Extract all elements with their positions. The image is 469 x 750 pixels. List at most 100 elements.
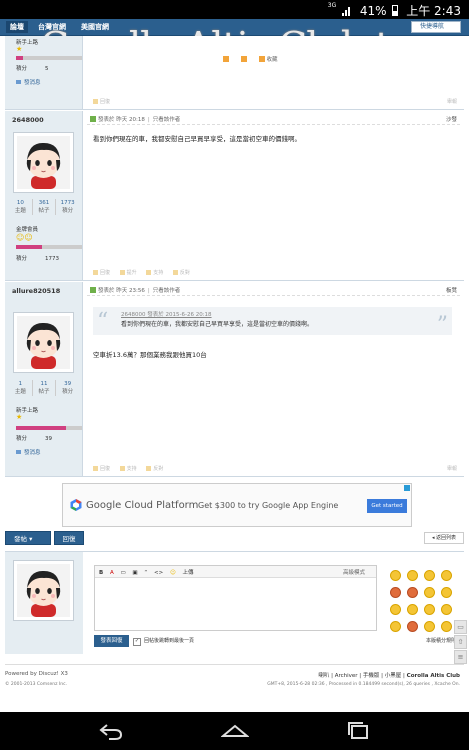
system-nav-bar	[0, 712, 469, 750]
reply-sidebar	[5, 552, 83, 654]
username[interactable]: 2648000	[12, 116, 44, 124]
stat-threads[interactable]: 1 主題	[9, 380, 32, 396]
support-action[interactable]: 支持	[146, 270, 163, 276]
smiley-icon[interactable]	[441, 587, 452, 598]
tag-button-1[interactable]	[223, 57, 231, 63]
post-tag-buttons: 收藏	[223, 55, 286, 63]
battery-percent: 41%	[359, 4, 387, 18]
site-name-link[interactable]: Corolla Altis Club	[407, 673, 460, 679]
smiley-icon[interactable]	[407, 604, 418, 615]
report-link[interactable]: 舉報	[447, 98, 457, 105]
post-main: 收藏 回復 舉報	[83, 36, 464, 109]
smiley-icon[interactable]	[407, 587, 418, 598]
smiley-icon[interactable]	[407, 570, 418, 581]
tag-button-2[interactable]	[241, 57, 249, 63]
send-message-link[interactable]: 發消息	[16, 448, 41, 456]
support-action[interactable]: 支持	[120, 466, 137, 472]
floor-label[interactable]: 板凳	[446, 286, 457, 294]
home-icon[interactable]	[220, 722, 250, 740]
oppose-action[interactable]: 反對	[173, 270, 190, 276]
tab-forum[interactable]: 論壇	[6, 21, 28, 33]
footer: Powered by Discuz! X3 © 2001-2013 Comsen…	[5, 664, 464, 690]
reply-button[interactable]: 回復	[54, 531, 84, 545]
only-author-link[interactable]: 只看該作者	[153, 288, 181, 294]
stat-points[interactable]: 39 積分	[55, 380, 79, 396]
smiley-icon[interactable]	[424, 587, 435, 598]
bump-action[interactable]: 提升	[120, 270, 137, 276]
new-post-button[interactable]: 發帖 ▾	[5, 531, 51, 545]
bold-button[interactable]: B	[99, 570, 103, 576]
floor-label[interactable]: 沙發	[446, 115, 457, 123]
smiley-icon[interactable]	[441, 621, 452, 632]
avatar[interactable]	[13, 312, 74, 373]
points-rules-link[interactable]: 本版積分規則	[426, 637, 456, 644]
post-time: 發表於 昨天 23:56	[98, 288, 145, 294]
smiley-icon[interactable]	[441, 604, 452, 615]
adchoices-icon[interactable]	[404, 485, 410, 491]
upload-button[interactable]: 上傳	[182, 570, 193, 576]
footer-link[interactable]: 喇叭	[318, 673, 329, 679]
footer-link[interactable]: 小黑屋	[385, 673, 402, 679]
smiley-icon[interactable]	[390, 604, 401, 615]
footer-link[interactable]: 手機版	[363, 673, 380, 679]
reply-action[interactable]: 回復	[93, 99, 110, 105]
ad-cta-button[interactable]: Get started	[367, 499, 407, 513]
advanced-mode-link[interactable]: 高級模式	[343, 568, 365, 576]
font-color-button[interactable]: A	[110, 570, 114, 576]
reply-editor[interactable]: B A ▭ ▣ “ <> ☺ 上傳 高級模式	[94, 565, 377, 631]
status-bar: 3G 41% 上午 2:43	[0, 0, 469, 19]
link-icon[interactable]: ▭	[120, 570, 125, 576]
favorite-button[interactable]: 收藏	[259, 57, 278, 63]
post-content: 空車折13.6萬？那個業務我跟他買10台	[93, 351, 207, 359]
send-message-link[interactable]: 發消息	[16, 78, 41, 86]
list-icon[interactable]: ≡	[454, 650, 467, 664]
smiley-icon[interactable]	[390, 570, 401, 581]
smiley-icon[interactable]	[424, 604, 435, 615]
powered-by: Powered by Discuz! X3	[5, 671, 68, 677]
footer-link[interactable]: Archiver	[335, 673, 358, 679]
stat-points[interactable]: 1773 積分	[55, 199, 79, 215]
recent-apps-icon[interactable]	[345, 722, 373, 740]
submit-reply-button[interactable]: 發表回復	[94, 635, 129, 647]
emoticon-icon[interactable]: ☺	[170, 570, 176, 576]
post-bench: allure820518 1 主題 11 帖子 39 積分 新手上路 ★ 積分 …	[5, 282, 464, 477]
smiley-icon[interactable]	[441, 570, 452, 581]
username[interactable]: allure820518	[12, 287, 60, 295]
image-icon[interactable]: ▣	[132, 570, 137, 576]
render-info: GMT+8, 2015-6-28 02:36 , Processed in 0.…	[267, 682, 460, 687]
ad-headline[interactable]: Get $300 to try Google App Engine	[198, 501, 338, 510]
reply-action[interactable]: 回復	[93, 270, 110, 276]
only-author-link[interactable]: 只看該作者	[153, 117, 181, 123]
avatar[interactable]	[13, 132, 74, 193]
quote-source-link[interactable]: 2648000 發表於 2015-6-26 20:18	[121, 310, 212, 318]
quote-button[interactable]: “	[144, 570, 147, 576]
ad-brand: Google Cloud Platform	[86, 500, 199, 511]
comment-icon[interactable]: ▭	[454, 620, 467, 634]
stat-threads[interactable]: 10 主題	[9, 199, 32, 215]
avatar-image	[17, 564, 70, 617]
smiley-icon[interactable]	[390, 587, 401, 598]
back-to-list-button[interactable]: ◂ 返回列表	[424, 532, 464, 544]
stat-posts[interactable]: 361 帖子	[31, 199, 56, 215]
points-bar	[16, 426, 82, 430]
smiley-icon[interactable]	[424, 621, 435, 632]
smiley-icon[interactable]	[390, 621, 401, 632]
smiley-icon[interactable]	[407, 621, 418, 632]
back-to-top-icon[interactable]: ⇧	[454, 635, 467, 649]
avatar-image	[17, 316, 70, 369]
oppose-action[interactable]: 反對	[146, 466, 163, 472]
google-ad-banner[interactable]: Google Cloud Platform Get $300 to try Go…	[62, 483, 412, 527]
medal-icon: ☺☺	[16, 233, 33, 242]
stat-posts[interactable]: 11 帖子	[31, 380, 56, 396]
code-button[interactable]: <>	[154, 570, 163, 576]
jump-last-page-checkbox[interactable]: 回帖後跳轉到最後一頁	[133, 637, 194, 646]
smiley-icon[interactable]	[424, 570, 435, 581]
divider	[87, 295, 460, 296]
reply-action[interactable]: 回復	[93, 466, 110, 472]
my-avatar	[13, 560, 74, 621]
status-right: 3G 41% 上午 2:43	[328, 2, 461, 19]
post-actions: 回復 支持 反對	[93, 465, 171, 472]
report-link[interactable]: 舉報	[447, 465, 457, 472]
quick-reply: B A ▭ ▣ “ <> ☺ 上傳 高級模式 發表回復 回帖後跳轉到最後一頁 本…	[5, 551, 464, 654]
back-icon[interactable]	[97, 722, 125, 740]
